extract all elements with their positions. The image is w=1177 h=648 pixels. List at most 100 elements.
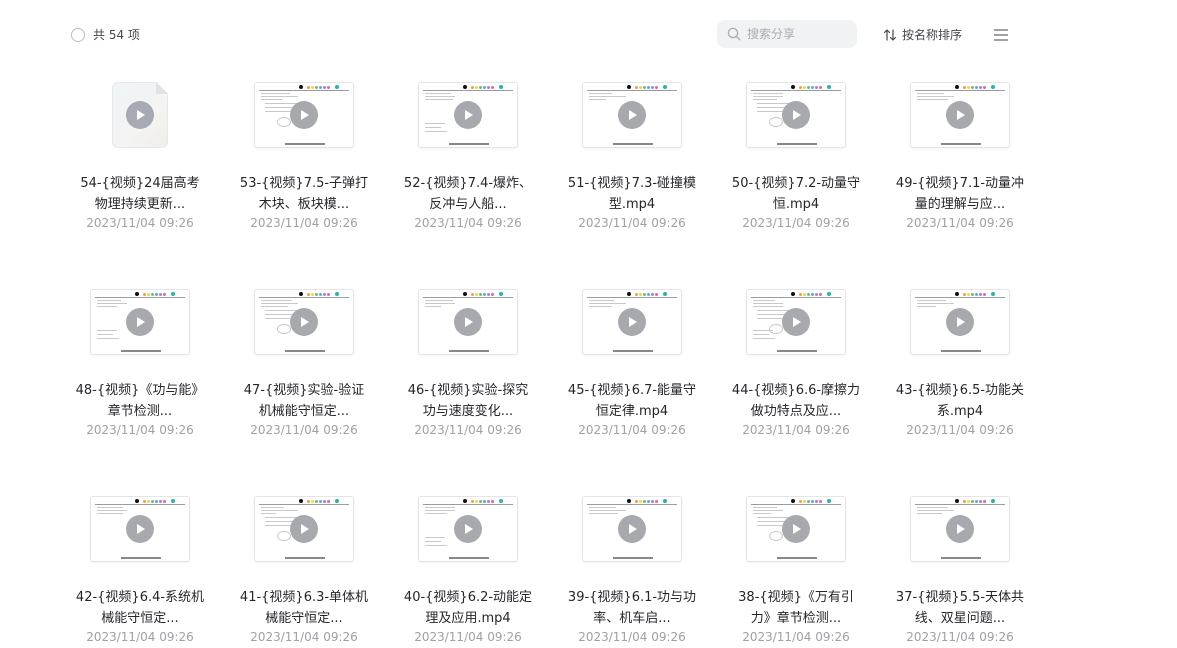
play-icon[interactable] xyxy=(618,101,646,129)
toolbar-color-dot-icon xyxy=(975,86,978,89)
file-item[interactable]: 40-{视频}6.2-动能定理及应用.mp4 2023/11/04 09:26 xyxy=(398,494,538,645)
video-thumbnail[interactable] xyxy=(582,82,682,148)
file-thumbnail-wrap[interactable] xyxy=(234,494,374,564)
file-name[interactable]: 40-{视频}6.2-动能定理及应用.mp4 xyxy=(398,587,538,629)
video-thumbnail[interactable] xyxy=(910,496,1010,562)
file-thumbnail-wrap[interactable] xyxy=(398,494,538,564)
play-icon[interactable] xyxy=(782,308,810,336)
file-name[interactable]: 38-{视频}《万有引力》章节检测... xyxy=(726,587,866,629)
view-menu-button[interactable] xyxy=(993,27,1009,41)
play-icon[interactable] xyxy=(946,308,974,336)
file-item[interactable]: 51-{视频}7.3-碰撞模型.mp4 2023/11/04 09:26 xyxy=(562,80,702,231)
play-icon[interactable] xyxy=(946,515,974,543)
file-thumbnail-wrap[interactable] xyxy=(890,287,1030,357)
file-item[interactable]: 52-{视频}7.4-爆炸、反冲与人船... 2023/11/04 09:26 xyxy=(398,80,538,231)
file-thumbnail-wrap[interactable] xyxy=(70,80,210,150)
file-item[interactable]: 43-{视频}6.5-功能关系.mp4 2023/11/04 09:26 xyxy=(890,287,1030,438)
file-thumbnail-wrap[interactable] xyxy=(70,287,210,357)
play-icon[interactable] xyxy=(618,515,646,543)
video-thumbnail[interactable] xyxy=(910,289,1010,355)
file-name[interactable]: 47-{视频}实验-验证机械能守恒定... xyxy=(234,380,374,422)
file-thumbnail-wrap[interactable] xyxy=(726,494,866,564)
video-thumbnail[interactable] xyxy=(746,289,846,355)
file-name[interactable]: 50-{视频}7.2-动量守恒.mp4 xyxy=(726,173,866,215)
file-thumbnail-wrap[interactable] xyxy=(70,494,210,564)
file-name[interactable]: 43-{视频}6.5-功能关系.mp4 xyxy=(890,380,1030,422)
video-thumbnail[interactable] xyxy=(254,496,354,562)
file-item[interactable]: 54-{视频}24届高考物理持续更新... 2023/11/04 09:26 xyxy=(70,80,210,231)
play-icon[interactable] xyxy=(454,515,482,543)
file-name[interactable]: 41-{视频}6.3-单体机械能守恒定... xyxy=(234,587,374,629)
file-name[interactable]: 48-{视频}《功与能》章节检测... xyxy=(70,380,210,422)
file-thumbnail-wrap[interactable] xyxy=(726,287,866,357)
file-thumbnail-wrap[interactable] xyxy=(398,287,538,357)
file-item[interactable]: 47-{视频}实验-验证机械能守恒定... 2023/11/04 09:26 xyxy=(234,287,374,438)
video-file-icon[interactable] xyxy=(112,82,168,148)
play-icon[interactable] xyxy=(454,101,482,129)
file-name[interactable]: 46-{视频}实验-探究功与速度变化... xyxy=(398,380,538,422)
play-icon[interactable] xyxy=(946,101,974,129)
file-item[interactable]: 45-{视频}6.7-能量守恒定律.mp4 2023/11/04 09:26 xyxy=(562,287,702,438)
video-thumbnail[interactable] xyxy=(582,496,682,562)
file-thumbnail-wrap[interactable] xyxy=(234,287,374,357)
file-name[interactable]: 37-{视频}5.5-天体共线、双星问题... xyxy=(890,587,1030,629)
file-name[interactable]: 52-{视频}7.4-爆炸、反冲与人船... xyxy=(398,173,538,215)
play-icon[interactable] xyxy=(126,101,154,129)
file-thumbnail-wrap[interactable] xyxy=(890,494,1030,564)
play-icon[interactable] xyxy=(290,515,318,543)
play-icon[interactable] xyxy=(618,308,646,336)
file-thumbnail-wrap[interactable] xyxy=(234,80,374,150)
video-thumbnail[interactable] xyxy=(90,496,190,562)
file-name[interactable]: 42-{视频}6.4-系统机械能守恒定... xyxy=(70,587,210,629)
video-thumbnail[interactable] xyxy=(254,82,354,148)
file-item[interactable]: 37-{视频}5.5-天体共线、双星问题... 2023/11/04 09:26 xyxy=(890,494,1030,645)
file-thumbnail-wrap[interactable] xyxy=(890,80,1030,150)
circle-checkbox-icon[interactable] xyxy=(71,27,85,42)
video-thumbnail[interactable] xyxy=(582,289,682,355)
video-thumbnail[interactable] xyxy=(910,82,1010,148)
caption-bar xyxy=(449,350,489,352)
play-icon[interactable] xyxy=(782,101,810,129)
video-thumbnail[interactable] xyxy=(418,82,518,148)
file-thumbnail-wrap[interactable] xyxy=(398,80,538,150)
file-item[interactable]: 42-{视频}6.4-系统机械能守恒定... 2023/11/04 09:26 xyxy=(70,494,210,645)
toolbar-color-dot-icon xyxy=(971,500,974,503)
file-item[interactable]: 49-{视频}7.1-动量冲量的理解与应... 2023/11/04 09:26 xyxy=(890,80,1030,231)
file-item[interactable]: 38-{视频}《万有引力》章节检测... 2023/11/04 09:26 xyxy=(726,494,866,645)
video-thumbnail[interactable] xyxy=(418,496,518,562)
sort-by-name-button[interactable]: 按名称排序 xyxy=(883,26,962,43)
file-item[interactable]: 48-{视频}《功与能》章节检测... 2023/11/04 09:26 xyxy=(70,287,210,438)
file-name[interactable]: 39-{视频}6.1-功与功率、机车启... xyxy=(562,587,702,629)
file-thumbnail-wrap[interactable] xyxy=(726,80,866,150)
file-name[interactable]: 49-{视频}7.1-动量冲量的理解与应... xyxy=(890,173,1030,215)
file-name[interactable]: 44-{视频}6.6-摩擦力做功特点及应... xyxy=(726,380,866,422)
file-name[interactable]: 45-{视频}6.7-能量守恒定律.mp4 xyxy=(562,380,702,422)
play-icon[interactable] xyxy=(454,308,482,336)
search-box[interactable] xyxy=(717,20,857,48)
video-thumbnail[interactable] xyxy=(746,82,846,148)
file-item[interactable]: 53-{视频}7.5-子弹打木块、板块模... 2023/11/04 09:26 xyxy=(234,80,374,231)
file-name[interactable]: 54-{视频}24届高考物理持续更新... xyxy=(70,173,210,215)
file-thumbnail-wrap[interactable] xyxy=(562,80,702,150)
play-icon[interactable] xyxy=(126,308,154,336)
video-thumbnail[interactable] xyxy=(90,289,190,355)
toolbar-color-dot-icon xyxy=(327,500,330,503)
search-input[interactable] xyxy=(747,27,847,41)
select-all-toggle[interactable]: 共 54 项 xyxy=(71,26,140,43)
video-thumbnail[interactable] xyxy=(418,289,518,355)
file-item[interactable]: 46-{视频}实验-探究功与速度变化... 2023/11/04 09:26 xyxy=(398,287,538,438)
file-item[interactable]: 39-{视频}6.1-功与功率、机车启... 2023/11/04 09:26 xyxy=(562,494,702,645)
video-thumbnail[interactable] xyxy=(746,496,846,562)
file-thumbnail-wrap[interactable] xyxy=(562,494,702,564)
play-icon[interactable] xyxy=(290,101,318,129)
play-icon[interactable] xyxy=(782,515,810,543)
play-icon[interactable] xyxy=(126,515,154,543)
file-name[interactable]: 53-{视频}7.5-子弹打木块、板块模... xyxy=(234,173,374,215)
file-name[interactable]: 51-{视频}7.3-碰撞模型.mp4 xyxy=(562,173,702,215)
file-item[interactable]: 44-{视频}6.6-摩擦力做功特点及应... 2023/11/04 09:26 xyxy=(726,287,866,438)
file-item[interactable]: 41-{视频}6.3-单体机械能守恒定... 2023/11/04 09:26 xyxy=(234,494,374,645)
video-thumbnail[interactable] xyxy=(254,289,354,355)
file-thumbnail-wrap[interactable] xyxy=(562,287,702,357)
file-item[interactable]: 50-{视频}7.2-动量守恒.mp4 2023/11/04 09:26 xyxy=(726,80,866,231)
play-icon[interactable] xyxy=(290,308,318,336)
